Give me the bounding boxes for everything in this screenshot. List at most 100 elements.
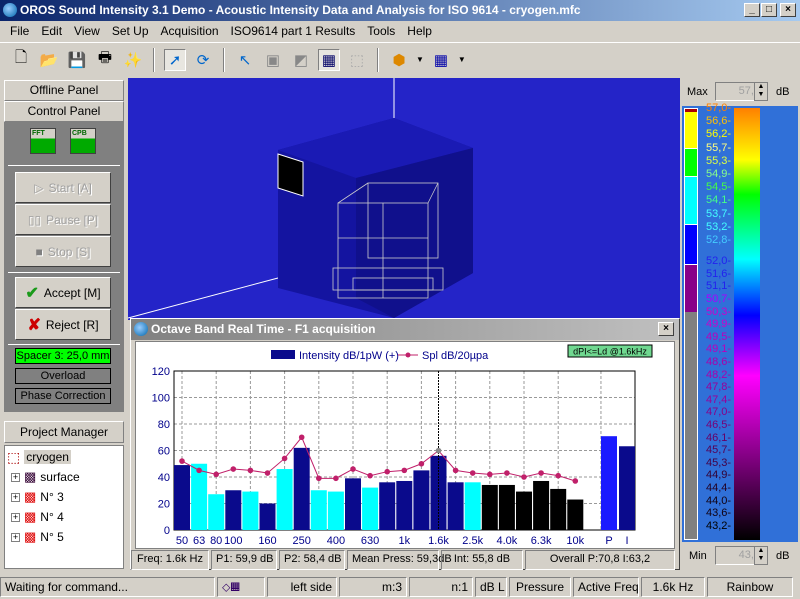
intensity-bar-3.15k[interactable]	[481, 484, 498, 530]
intensity-bar-63[interactable]	[191, 463, 208, 530]
status-field: 1.6k Hz	[641, 577, 705, 597]
expand-icon[interactable]: +	[11, 492, 20, 502]
tree-item-n5[interactable]: + ▩ N° 5	[11, 528, 64, 546]
intensity-bar-6.3k[interactable]	[533, 480, 550, 530]
pointer-icon[interactable]: ➚	[164, 48, 186, 71]
grid-select-icon[interactable]: ▦	[318, 48, 340, 71]
max-spinner[interactable]: ▲ ▼	[754, 82, 768, 101]
menu-acquisition[interactable]: Acquisition	[155, 21, 225, 40]
level-bar	[684, 108, 698, 540]
intensity-bar-400[interactable]	[327, 491, 344, 530]
overall-bar-P[interactable]	[601, 436, 617, 530]
chart-status-field: P1: 59,9 dB	[211, 550, 277, 570]
tree-item-surface[interactable]: + ▩ surface	[11, 468, 80, 486]
wizard-icon[interactable]: ✨	[122, 49, 144, 71]
intensity-bar-250[interactable]	[293, 447, 310, 530]
menu-iso9614-part-1-results[interactable]: ISO9614 part 1 Results	[225, 21, 362, 40]
start-button[interactable]: ▷ Start [A]	[15, 172, 111, 203]
print-icon[interactable]: 🖶	[94, 49, 116, 71]
control-panel-tab[interactable]: Control Panel	[4, 101, 124, 122]
dropdown-arrow-icon[interactable]: ▼	[416, 55, 424, 64]
overload-indicator: Overload	[15, 368, 111, 384]
accept-button[interactable]: ✔ Accept [M]	[15, 277, 111, 308]
intensity-bar-800[interactable]	[379, 482, 396, 530]
scale-tick-label: 47,0-	[706, 406, 732, 419]
tree-item-cryogen[interactable]: ⬚ cryogen	[7, 448, 71, 466]
expand-icon[interactable]: +	[11, 512, 20, 522]
new-file-icon[interactable]: 🗋	[10, 49, 32, 71]
octave-band-chart[interactable]: Intensity dB/1pW (+) Spl dB/20µpa dPI<=Ld …	[135, 341, 675, 549]
rotate-icon[interactable]: ⟳	[192, 49, 214, 71]
y-tick-label: 100	[152, 393, 170, 405]
3d-cube-model[interactable]	[128, 78, 680, 320]
intensity-bar-2k[interactable]	[447, 482, 464, 530]
intensity-bar-50[interactable]	[174, 465, 190, 530]
grid-icon[interactable]: ▦	[430, 49, 452, 71]
control-panel: FFT CPB ▷ Start [A] ▯▯ Pause [P] ■ Stop [S]…	[4, 122, 124, 412]
expand-icon[interactable]: +	[11, 532, 20, 542]
menu-help[interactable]: Help	[401, 21, 438, 40]
intensity-bar-8k[interactable]	[550, 488, 567, 530]
x-tick-label: 50	[176, 535, 188, 547]
cursor-icon[interactable]: ◩	[290, 49, 312, 71]
expand-icon[interactable]: +	[11, 472, 20, 482]
pause-label: Pause [P]	[46, 212, 99, 227]
scale-tick-label: 50,3-	[706, 305, 732, 318]
reject-button[interactable]: ✘ Reject [R]	[15, 309, 111, 340]
scale-tick-label: 43,6-	[706, 507, 732, 520]
intensity-bar-100[interactable]	[225, 490, 242, 530]
menu-view[interactable]: View	[68, 21, 106, 40]
probe-icon[interactable]: ↖	[234, 49, 256, 71]
cpb-button[interactable]: CPB	[70, 128, 96, 154]
stop-button[interactable]: ■ Stop [S]	[15, 236, 111, 267]
menu-set-up[interactable]: Set Up	[106, 21, 155, 40]
spl-point-400	[333, 475, 339, 482]
open-folder-icon[interactable]: 📂	[38, 49, 60, 71]
intensity-bar-80[interactable]	[208, 494, 225, 530]
intensity-bar-160[interactable]	[259, 503, 276, 531]
scale-tick-label: 55,7-	[706, 141, 732, 154]
menu-tools[interactable]: Tools	[361, 21, 401, 40]
dropdown-arrow-icon[interactable]: ▼	[458, 55, 466, 64]
intensity-bar-1k[interactable]	[396, 480, 413, 530]
menu-file[interactable]: File	[4, 21, 35, 40]
min-spinner[interactable]: ▲ ▼	[754, 546, 768, 565]
spl-point-630	[367, 472, 373, 479]
close-button[interactable]: ×	[780, 3, 796, 17]
intensity-bar-125[interactable]	[242, 491, 259, 530]
chart-close-button[interactable]: ×	[658, 322, 674, 336]
y-tick-label: 80	[158, 419, 170, 431]
scale-tick-label: 44,4-	[706, 482, 732, 494]
cube-outline-icon: ⬚	[7, 448, 21, 465]
project-manager-header: Project Manager	[4, 421, 124, 443]
intensity-bar-315[interactable]	[310, 490, 327, 530]
intensity-bar-200[interactable]	[276, 469, 293, 530]
intensity-bar-10k[interactable]	[567, 499, 584, 530]
scale-tick-label: 51,1-	[706, 280, 732, 293]
3d-view[interactable]	[128, 78, 680, 320]
tree-item-n3[interactable]: + ▩ N° 3	[11, 488, 64, 506]
spl-point-500	[350, 466, 356, 472]
wireframe-icon[interactable]: ⬚	[346, 49, 368, 71]
overall-bar-I[interactable]	[619, 446, 635, 530]
scale-tick-label: 57,0-	[706, 102, 732, 114]
tree-item-n4[interactable]: + ▩ N° 4	[11, 508, 64, 526]
maximize-button[interactable]: □	[761, 3, 777, 17]
select-icon[interactable]: ▣	[262, 49, 284, 71]
save-icon[interactable]: 💾	[66, 49, 88, 71]
pause-button[interactable]: ▯▯ Pause [P]	[15, 204, 111, 235]
rainbow-gradient	[734, 108, 760, 540]
intensity-bar-4.0k[interactable]	[498, 484, 515, 530]
x-tick-label: I	[625, 535, 628, 547]
cube-color-icon[interactable]: ⬢	[388, 49, 410, 71]
intensity-bar-1.25k[interactable]	[413, 470, 430, 530]
intensity-bar-500[interactable]	[345, 478, 361, 530]
offline-panel-tab[interactable]: Offline Panel	[4, 80, 124, 101]
intensity-bar-2.5k[interactable]	[464, 482, 481, 530]
intensity-bar-630[interactable]	[362, 487, 379, 530]
minimize-button[interactable]: _	[744, 3, 760, 17]
menu-edit[interactable]: Edit	[35, 21, 68, 40]
status-field: left side	[267, 577, 337, 597]
fft-button[interactable]: FFT	[30, 128, 56, 154]
intensity-bar-5k[interactable]	[516, 491, 532, 530]
